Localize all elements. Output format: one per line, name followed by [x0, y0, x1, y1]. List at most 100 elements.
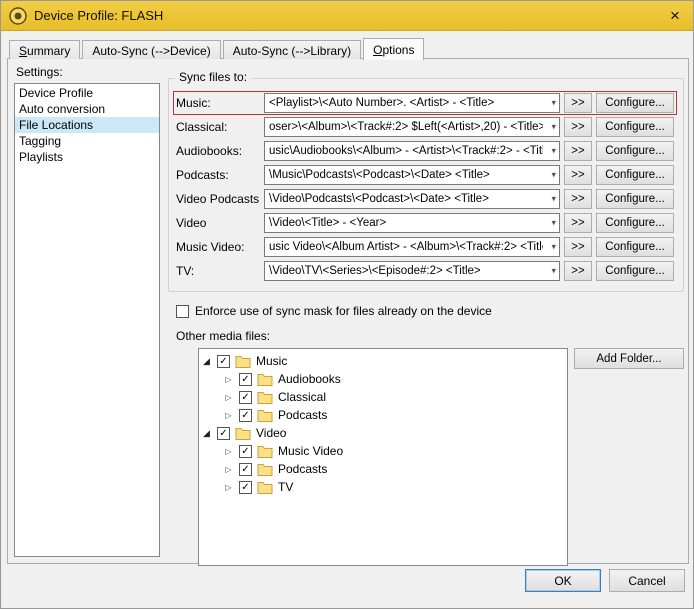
tab-summary[interactable]: Summary: [9, 40, 80, 59]
enforce-sync-mask-checkbox[interactable]: [176, 305, 189, 318]
tree-checkbox-music[interactable]: ✓: [217, 355, 230, 368]
tree-checkbox-audiobooks[interactable]: ✓: [239, 373, 252, 386]
folder-icon: [235, 427, 251, 440]
tree-checkbox-music-video[interactable]: ✓: [239, 445, 252, 458]
folder-icon: [257, 391, 273, 404]
app-icon: [9, 7, 27, 25]
folder-icon: [257, 481, 273, 494]
settings-item-playlists[interactable]: Playlists: [15, 149, 159, 165]
tab-autosync-device[interactable]: Auto-Sync (-->Device): [82, 40, 220, 59]
chevron-down-icon[interactable]: ▾: [551, 98, 556, 109]
collapse-icon[interactable]: ◢: [201, 356, 212, 367]
tree-label-podcasts-music: Podcasts: [278, 408, 327, 422]
video-more-button[interactable]: >>: [564, 213, 592, 233]
add-folder-button[interactable]: Add Folder...: [574, 348, 684, 369]
music-video-more-button[interactable]: >>: [564, 237, 592, 257]
close-icon[interactable]: ×: [657, 1, 693, 31]
expand-icon[interactable]: ▷: [223, 411, 234, 420]
chevron-down-icon[interactable]: ▾: [551, 170, 556, 181]
podcasts-mask-value: \Music\Podcasts\<Podcast>\<Date> <Title>: [269, 169, 490, 181]
audiobooks-mask-value: usic\Audiobooks\<Album> - <Artist>\<Trac…: [269, 145, 543, 157]
classical-more-button[interactable]: >>: [564, 117, 592, 137]
music-video-mask-combobox[interactable]: usic Video\<Album Artist> - <Album>\<Tra…: [264, 237, 560, 257]
tree-checkbox-classical[interactable]: ✓: [239, 391, 252, 404]
tree-label-video: Video: [256, 426, 286, 440]
tree-label-podcasts-video: Podcasts: [278, 462, 327, 476]
settings-list: Device Profile Auto conversion File Loca…: [14, 83, 160, 557]
video-mask-combobox[interactable]: \Video\<Title> - <Year> ▾: [264, 213, 560, 233]
sync-files-group-label: Sync files to:: [175, 70, 251, 84]
tv-configure-button[interactable]: Configure...: [596, 261, 674, 281]
music-mask-combobox[interactable]: <Playlist>\<Auto Number>. <Artist> - <Ti…: [264, 93, 560, 113]
video-podcasts-configure-button[interactable]: Configure...: [596, 189, 674, 209]
chevron-down-icon[interactable]: ▾: [551, 218, 556, 229]
video-podcasts-mask-value: \Video\Podcasts\<Podcast>\<Date> <Title>: [269, 193, 489, 205]
video-podcasts-mask-combobox[interactable]: \Video\Podcasts\<Podcast>\<Date> <Title>…: [264, 189, 560, 209]
tree-item-podcasts-music[interactable]: ▷ ✓ Podcasts: [201, 406, 565, 424]
music-more-button[interactable]: >>: [564, 93, 592, 113]
chevron-down-icon[interactable]: ▾: [551, 194, 556, 205]
video-mask-value: \Video\<Title> - <Year>: [269, 217, 386, 229]
other-media-tree: ◢ ✓ Music ▷ ✓ Audiobooks: [198, 348, 568, 566]
tree-item-music[interactable]: ◢ ✓ Music: [201, 352, 565, 370]
settings-item-device-profile[interactable]: Device Profile: [15, 85, 159, 101]
podcasts-mask-combobox[interactable]: \Music\Podcasts\<Podcast>\<Date> <Title>…: [264, 165, 560, 185]
other-media-area: ◢ ✓ Music ▷ ✓ Audiobooks: [168, 348, 684, 566]
enforce-sync-mask-label: Enforce use of sync mask for files alrea…: [195, 304, 492, 318]
tree-item-audiobooks[interactable]: ▷ ✓ Audiobooks: [201, 370, 565, 388]
music-label: Music:: [176, 96, 260, 110]
tree-checkbox-video[interactable]: ✓: [217, 427, 230, 440]
audiobooks-more-button[interactable]: >>: [564, 141, 592, 161]
tv-mask-combobox[interactable]: \Video\TV\<Series>\<Episode#:2> <Title> …: [264, 261, 560, 281]
settings-item-file-locations[interactable]: File Locations: [15, 117, 159, 133]
video-podcasts-label: Video Podcasts:: [176, 192, 260, 206]
dialog-footer: OK Cancel: [525, 569, 685, 592]
tree-item-podcasts-video[interactable]: ▷ ✓ Podcasts: [201, 460, 565, 478]
podcasts-more-button[interactable]: >>: [564, 165, 592, 185]
tree-checkbox-tv[interactable]: ✓: [239, 481, 252, 494]
expand-icon[interactable]: ▷: [223, 447, 234, 456]
expand-icon[interactable]: ▷: [223, 465, 234, 474]
chevron-down-icon[interactable]: ▾: [551, 266, 556, 277]
cancel-button[interactable]: Cancel: [609, 569, 685, 592]
chevron-down-icon[interactable]: ▾: [551, 146, 556, 157]
tab-options[interactable]: Options: [363, 38, 424, 60]
tree-label-classical: Classical: [278, 390, 326, 404]
settings-item-tagging[interactable]: Tagging: [15, 133, 159, 149]
ok-button[interactable]: OK: [525, 569, 601, 592]
tab-autosync-library[interactable]: Auto-Sync (-->Library): [223, 40, 361, 59]
tv-label: TV:: [176, 264, 260, 278]
tree-checkbox-podcasts-video[interactable]: ✓: [239, 463, 252, 476]
tree-item-tv[interactable]: ▷ ✓ TV: [201, 478, 565, 496]
expand-icon[interactable]: ▷: [223, 393, 234, 402]
music-mask-value: <Playlist>\<Auto Number>. <Artist> - <Ti…: [269, 97, 494, 109]
tree-item-video[interactable]: ◢ ✓ Video: [201, 424, 565, 442]
expand-icon[interactable]: ▷: [223, 375, 234, 384]
tree-item-music-video[interactable]: ▷ ✓ Music Video: [201, 442, 565, 460]
video-podcasts-more-button[interactable]: >>: [564, 189, 592, 209]
sync-rows: Music: <Playlist>\<Auto Number>. <Artist…: [169, 79, 683, 291]
chevron-down-icon[interactable]: ▾: [551, 122, 556, 133]
audiobooks-configure-button[interactable]: Configure...: [596, 141, 674, 161]
tree-item-classical[interactable]: ▷ ✓ Classical: [201, 388, 565, 406]
settings-item-auto-conversion[interactable]: Auto conversion: [15, 101, 159, 117]
audiobooks-mask-combobox[interactable]: usic\Audiobooks\<Album> - <Artist>\<Trac…: [264, 141, 560, 161]
expand-icon[interactable]: ▷: [223, 483, 234, 492]
chevron-down-icon[interactable]: ▾: [551, 242, 556, 253]
collapse-icon[interactable]: ◢: [201, 428, 212, 439]
video-configure-button[interactable]: Configure...: [596, 213, 674, 233]
settings-column: Settings: Device Profile Auto conversion…: [14, 63, 164, 557]
tree-label-music-video: Music Video: [278, 444, 343, 458]
podcasts-configure-button[interactable]: Configure...: [596, 165, 674, 185]
video-label: Video: [176, 216, 260, 230]
music-configure-button[interactable]: Configure...: [596, 93, 674, 113]
tree-checkbox-podcasts-music[interactable]: ✓: [239, 409, 252, 422]
tv-mask-value: \Video\TV\<Series>\<Episode#:2> <Title>: [269, 265, 481, 277]
classical-configure-button[interactable]: Configure...: [596, 117, 674, 137]
classical-mask-combobox[interactable]: oser>\<Album>\<Track#:2> $Left(<Artist>,…: [264, 117, 560, 137]
folder-icon: [257, 409, 273, 422]
music-video-mask-value: usic Video\<Album Artist> - <Album>\<Tra…: [269, 241, 543, 253]
folder-icon: [257, 373, 273, 386]
tv-more-button[interactable]: >>: [564, 261, 592, 281]
music-video-configure-button[interactable]: Configure...: [596, 237, 674, 257]
